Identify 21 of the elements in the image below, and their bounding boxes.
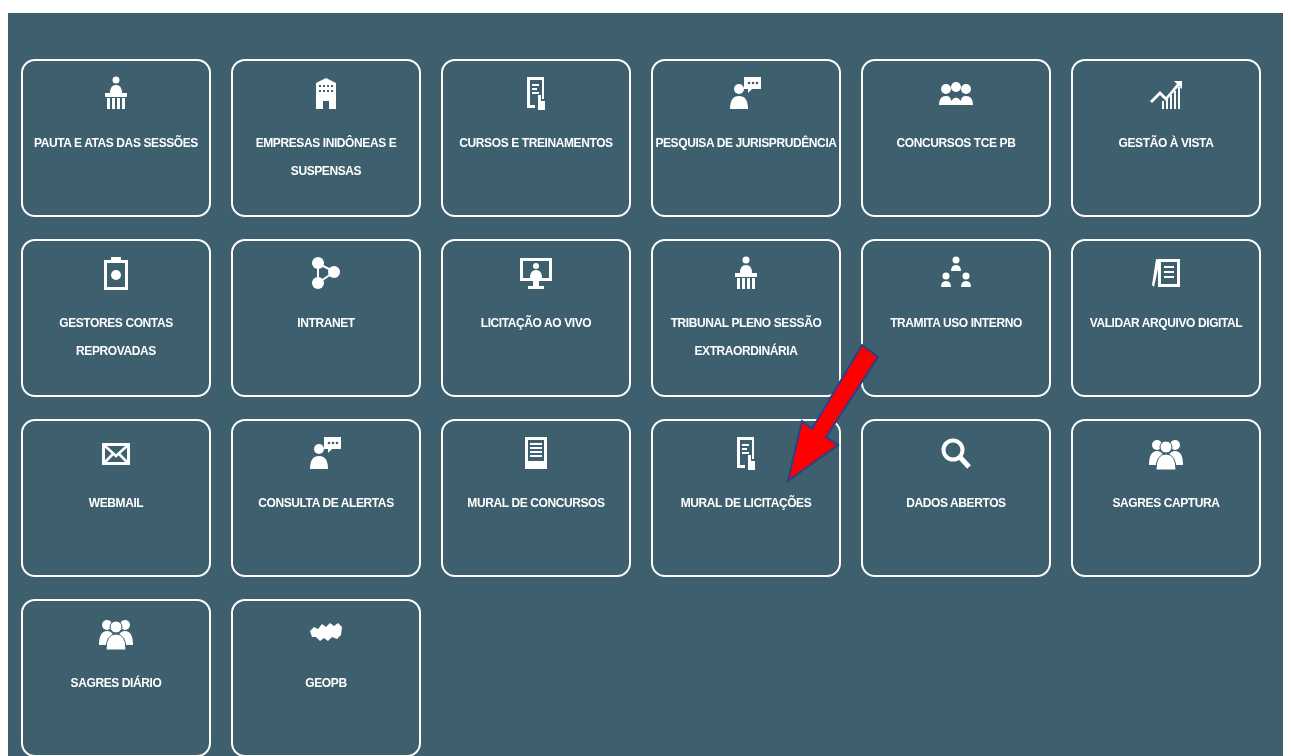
menu-tile[interactable]: SAGRES DIÁRIO xyxy=(21,599,211,756)
menu-tile[interactable]: VALIDAR ARQUIVO DIGITAL xyxy=(1071,239,1261,397)
menu-tile[interactable]: WEBMAIL xyxy=(21,419,211,577)
menu-tile[interactable]: TRIBUNAL PLENO SESSÃO EXTRAORDINÁRIA xyxy=(651,239,841,397)
person-speech-icon xyxy=(728,75,764,111)
menu-tile[interactable]: GESTORES CONTAS REPROVADAS xyxy=(21,239,211,397)
menu-tile[interactable]: INTRANET xyxy=(231,239,421,397)
menu-tile[interactable]: CONCURSOS TCE PB xyxy=(861,59,1051,217)
menu-tile[interactable]: PAUTA E ATAS DAS SESSÕES xyxy=(21,59,211,217)
menu-tile[interactable]: SAGRES CAPTURA xyxy=(1071,419,1261,577)
menu-tile[interactable]: MURAL DE CONCURSOS xyxy=(441,419,631,577)
menu-tile[interactable]: EMPRESAS INIDÔNEAS E SUSPENSAS xyxy=(231,59,421,217)
menu-tile[interactable]: LICITAÇÃO AO VIVO xyxy=(441,239,631,397)
menu-tile[interactable]: CONSULTA DE ALERTAS xyxy=(231,419,421,577)
menu-tile[interactable]: GEOPB xyxy=(231,599,421,756)
menu-tile[interactable]: CURSOS E TREINAMENTOS xyxy=(441,59,631,217)
person-speech-icon xyxy=(308,435,344,471)
menu-tile[interactable]: DADOS ABERTOS xyxy=(861,419,1051,577)
menu-tile[interactable]: PESQUISA DE JURISPRUDÊNCIA xyxy=(651,59,841,217)
monitor-icon xyxy=(518,255,554,291)
menu-tile[interactable]: GESTÃO À VISTA xyxy=(1071,59,1261,217)
